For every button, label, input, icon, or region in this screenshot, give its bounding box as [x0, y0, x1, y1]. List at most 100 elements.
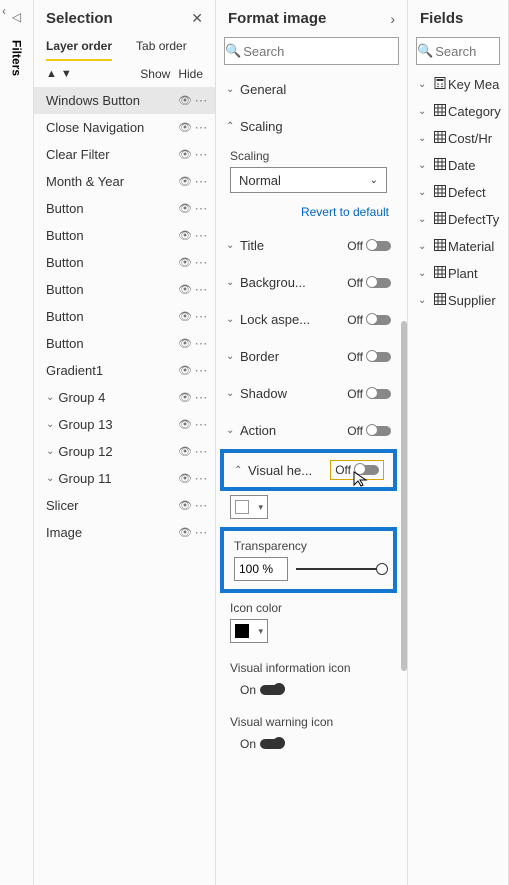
- layer-item[interactable]: Button👁⋯: [34, 195, 215, 222]
- field-item[interactable]: ⌄Defect: [408, 179, 508, 206]
- layer-item[interactable]: Image👁⋯: [34, 519, 215, 546]
- more-icon[interactable]: ⋯: [193, 255, 209, 271]
- visibility-icon[interactable]: 👁: [177, 229, 193, 242]
- visual-info-toggle[interactable]: On: [240, 683, 377, 697]
- transparency-input[interactable]: [234, 557, 288, 581]
- layer-item[interactable]: Close Navigation👁⋯: [34, 114, 215, 141]
- more-icon[interactable]: ⋯: [193, 390, 209, 406]
- scrollbar-thumb[interactable]: [401, 321, 407, 671]
- collapse-chevron[interactable]: ‹: [2, 4, 6, 18]
- visibility-icon[interactable]: 👁: [177, 499, 193, 512]
- visibility-icon[interactable]: 👁: [177, 445, 193, 458]
- section-general[interactable]: ⌄ General: [216, 71, 401, 108]
- scaling-select[interactable]: Normal ⌄: [230, 167, 387, 193]
- more-icon[interactable]: ⋯: [193, 228, 209, 244]
- visibility-icon[interactable]: 👁: [177, 283, 193, 296]
- format-section[interactable]: ⌄ShadowOff: [216, 375, 401, 412]
- close-icon[interactable]: ✕: [191, 10, 203, 27]
- format-toggle[interactable]: Off: [347, 276, 391, 290]
- layer-item[interactable]: Clear Filter👁⋯: [34, 141, 215, 168]
- layer-item[interactable]: Windows Button👁⋯: [34, 87, 215, 114]
- field-item[interactable]: ⌄Date: [408, 152, 508, 179]
- format-section[interactable]: ⌄TitleOff: [216, 227, 401, 264]
- more-icon[interactable]: ⋯: [193, 309, 209, 325]
- visibility-icon[interactable]: 👁: [177, 310, 193, 323]
- visibility-icon[interactable]: 👁: [177, 418, 193, 431]
- fields-search-input[interactable]: [433, 43, 509, 60]
- move-down-icon[interactable]: ▼: [61, 68, 72, 80]
- icon-color-picker[interactable]: ▾: [230, 619, 268, 643]
- background-color-picker[interactable]: ▾: [230, 495, 268, 519]
- layer-item[interactable]: ⌄Group 12👁⋯: [34, 438, 215, 465]
- more-icon[interactable]: ⋯: [193, 363, 209, 379]
- filters-expand-icon[interactable]: ◁: [12, 10, 21, 24]
- field-item[interactable]: ⌄Category: [408, 98, 508, 125]
- format-search[interactable]: 🔍: [224, 37, 399, 65]
- show-all[interactable]: Show: [140, 67, 170, 81]
- hide-all[interactable]: Hide: [178, 67, 203, 81]
- layer-item[interactable]: ⌄Group 13👁⋯: [34, 411, 215, 438]
- layer-item[interactable]: Button👁⋯: [34, 249, 215, 276]
- more-icon[interactable]: ⋯: [193, 174, 209, 190]
- format-toggle[interactable]: Off: [347, 424, 391, 438]
- visibility-icon[interactable]: 👁: [177, 526, 193, 539]
- field-item[interactable]: ⌄Key Mea: [408, 71, 508, 98]
- more-icon[interactable]: ⋯: [193, 417, 209, 433]
- more-icon[interactable]: ⋯: [193, 471, 209, 487]
- layer-item[interactable]: Button👁⋯: [34, 222, 215, 249]
- visual-warn-toggle[interactable]: On: [240, 737, 377, 751]
- field-item[interactable]: ⌄DefectTy: [408, 206, 508, 233]
- layer-item[interactable]: Gradient1👁⋯: [34, 357, 215, 384]
- format-toggle[interactable]: Off: [347, 350, 391, 364]
- more-icon[interactable]: ⋯: [193, 93, 209, 109]
- format-toggle[interactable]: Off: [347, 387, 391, 401]
- chevron-right-icon[interactable]: ›: [390, 11, 395, 27]
- visibility-icon[interactable]: 👁: [177, 148, 193, 161]
- more-icon[interactable]: ⋯: [193, 336, 209, 352]
- section-visual-header[interactable]: ⌃ Visual he... Off: [224, 453, 393, 487]
- layer-item[interactable]: Button👁⋯: [34, 276, 215, 303]
- visibility-icon[interactable]: 👁: [177, 202, 193, 215]
- format-toggle[interactable]: Off: [347, 313, 391, 327]
- more-icon[interactable]: ⋯: [193, 444, 209, 460]
- format-section[interactable]: ⌄ActionOff: [216, 412, 401, 449]
- tab-tab-order[interactable]: Tab order: [136, 39, 187, 61]
- visibility-icon[interactable]: 👁: [177, 175, 193, 188]
- more-icon[interactable]: ⋯: [193, 282, 209, 298]
- format-section[interactable]: ⌄BorderOff: [216, 338, 401, 375]
- section-scaling[interactable]: ⌃ Scaling: [216, 108, 401, 145]
- visibility-icon[interactable]: 👁: [177, 337, 193, 350]
- visual-header-toggle[interactable]: Off: [331, 461, 383, 479]
- tab-layer-order[interactable]: Layer order: [46, 39, 112, 61]
- transparency-slider[interactable]: [296, 568, 383, 570]
- more-icon[interactable]: ⋯: [193, 120, 209, 136]
- format-section[interactable]: ⌄Backgrou...Off: [216, 264, 401, 301]
- layer-item[interactable]: ⌄Group 4👁⋯: [34, 384, 215, 411]
- layer-item[interactable]: Month & Year👁⋯: [34, 168, 215, 195]
- format-search-input[interactable]: [241, 43, 421, 60]
- format-toggle[interactable]: Off: [347, 239, 391, 253]
- visibility-icon[interactable]: 👁: [177, 256, 193, 269]
- fields-search[interactable]: 🔍: [416, 37, 500, 65]
- more-icon[interactable]: ⋯: [193, 147, 209, 163]
- more-icon[interactable]: ⋯: [193, 201, 209, 217]
- layer-item[interactable]: Button👁⋯: [34, 330, 215, 357]
- more-icon[interactable]: ⋯: [193, 498, 209, 514]
- visibility-icon[interactable]: 👁: [177, 364, 193, 377]
- field-item[interactable]: ⌄Plant: [408, 260, 508, 287]
- revert-default-link[interactable]: Revert to default: [216, 197, 401, 227]
- more-icon[interactable]: ⋯: [193, 525, 209, 541]
- format-section[interactable]: ⌄Lock aspe...Off: [216, 301, 401, 338]
- filters-collapsed-panel[interactable]: ◁ Filters: [0, 0, 34, 885]
- move-up-icon[interactable]: ▲: [46, 68, 57, 80]
- field-item[interactable]: ⌄Cost/Hr: [408, 125, 508, 152]
- field-item[interactable]: ⌄Material: [408, 233, 508, 260]
- layer-item[interactable]: Button👁⋯: [34, 303, 215, 330]
- visibility-icon[interactable]: 👁: [177, 472, 193, 485]
- layer-item[interactable]: Slicer👁⋯: [34, 492, 215, 519]
- field-item[interactable]: ⌄Supplier: [408, 287, 508, 314]
- visibility-icon[interactable]: 👁: [177, 391, 193, 404]
- visibility-icon[interactable]: 👁: [177, 94, 193, 107]
- visibility-icon[interactable]: 👁: [177, 121, 193, 134]
- layer-item[interactable]: ⌄Group 11👁⋯: [34, 465, 215, 492]
